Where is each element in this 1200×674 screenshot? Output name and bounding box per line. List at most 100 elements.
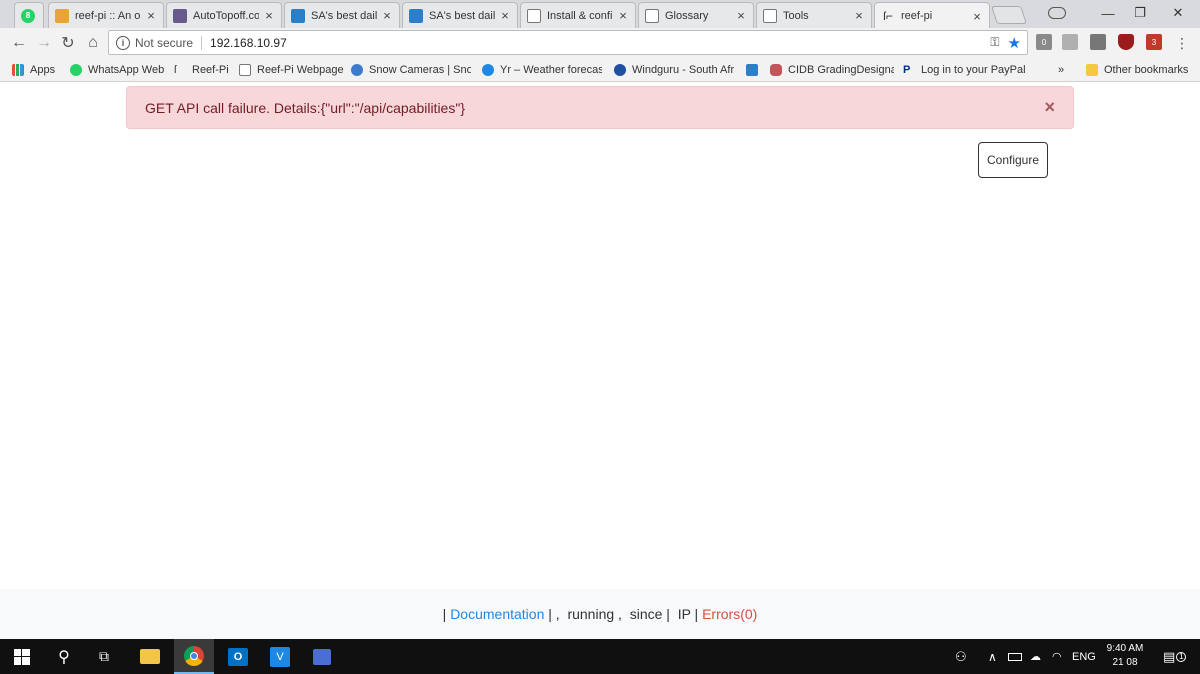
bookmark-yr-weather[interactable]: Yr – Weather forecast: [482, 62, 602, 78]
documentation-link[interactable]: Documentation: [450, 606, 544, 622]
tab-strip: 8 reef-pi :: An op × AutoTopoff.co × SA'…: [0, 0, 1200, 29]
ublock-icon[interactable]: [1118, 34, 1134, 50]
paypal-icon: P: [903, 64, 911, 76]
url-text[interactable]: 192.168.10.97: [210, 36, 990, 50]
close-tab-icon[interactable]: ×: [145, 8, 157, 23]
close-tab-icon[interactable]: ×: [499, 8, 511, 23]
page-icon: [645, 8, 659, 23]
reload-button[interactable]: ↻: [58, 33, 78, 53]
key-icon[interactable]: ⚿: [990, 35, 999, 50]
errors-link[interactable]: Errors(0): [702, 606, 757, 622]
bookmark-reefpi[interactable]: ſ Reef-Pi: [174, 62, 229, 78]
reefpi-icon: ſ: [174, 64, 177, 76]
tab-title: Glossary: [665, 9, 709, 22]
notification-count: 1: [1176, 651, 1187, 662]
configure-button[interactable]: Configure: [978, 142, 1048, 178]
vscode-icon[interactable]: V: [260, 639, 300, 674]
page-icon: [763, 8, 777, 23]
tab-sa-daily-1[interactable]: SA's best daily ×: [284, 2, 400, 28]
back-button[interactable]: ←: [9, 33, 29, 53]
other-bookmarks[interactable]: Other bookmarks: [1086, 62, 1188, 78]
close-tab-icon[interactable]: ×: [971, 9, 983, 24]
home-button[interactable]: ⌂: [83, 33, 103, 53]
page-icon: [239, 64, 251, 76]
windguru-icon: [614, 64, 626, 76]
info-icon[interactable]: i: [116, 35, 130, 50]
close-window-button[interactable]: ✕: [1163, 0, 1193, 26]
close-tab-icon[interactable]: ×: [735, 8, 747, 23]
bookmark-whatsapp[interactable]: WhatsApp Web: [70, 62, 164, 78]
cloud-extension-icon[interactable]: [1062, 34, 1078, 50]
network-app-icon[interactable]: [302, 639, 342, 674]
tab-whatsapp[interactable]: 8: [14, 2, 44, 28]
tab-reefpi-docs[interactable]: reef-pi :: An op ×: [48, 2, 164, 28]
close-tab-icon[interactable]: ×: [853, 8, 865, 23]
close-tab-icon[interactable]: ×: [263, 8, 275, 23]
battery-icon[interactable]: [1008, 639, 1022, 674]
start-button[interactable]: [2, 639, 42, 674]
tab-install[interactable]: Install & confi ×: [520, 2, 636, 28]
bookmark-label: Windguru - South Afr: [632, 64, 735, 76]
new-tab-button[interactable]: [991, 6, 1027, 24]
tab-autotopoff[interactable]: AutoTopoff.co ×: [166, 2, 282, 28]
bookmark-label: Reef-Pi: [192, 64, 229, 76]
bookmark-label: Log in to your PayPal: [921, 64, 1025, 76]
tab-glossary[interactable]: Glossary ×: [638, 2, 754, 28]
cidb-icon: [770, 64, 782, 76]
tab-title: Tools: [783, 9, 809, 22]
bookmark-reefpi-webpage[interactable]: Reef-Pi Webpage: [239, 62, 344, 78]
minimize-button[interactable]: —: [1093, 0, 1123, 26]
bookmark-daily[interactable]: [746, 62, 764, 78]
task-view-icon[interactable]: ⧉: [84, 639, 124, 674]
forward-button[interactable]: →: [34, 33, 54, 53]
menu-icon[interactable]: ⋮: [1172, 33, 1192, 53]
profile-icon[interactable]: [1048, 7, 1066, 19]
bookmarks-overflow-button[interactable]: »: [1058, 62, 1064, 78]
error-alert: GET API call failure. Details:{"url":"/a…: [126, 86, 1074, 129]
bookmark-star-icon[interactable]: ★: [1008, 34, 1021, 52]
close-tab-icon[interactable]: ×: [617, 8, 629, 23]
bookmark-windguru[interactable]: Windguru - South Afr: [614, 62, 736, 78]
extension-icon[interactable]: [1090, 34, 1106, 50]
site-icon: [173, 8, 187, 23]
show-hidden-icons[interactable]: ∧: [988, 639, 997, 674]
extension-icon[interactable]: 0: [1036, 34, 1052, 50]
apps-grid-icon: [12, 64, 24, 76]
chrome-icon[interactable]: [174, 639, 214, 674]
close-tab-icon[interactable]: ×: [381, 8, 393, 23]
lock-extension-icon[interactable]: 3: [1146, 34, 1162, 50]
bookmark-cidb[interactable]: CIDB GradingDesigna: [770, 62, 894, 78]
tab-tools[interactable]: Tools ×: [756, 2, 872, 28]
search-icon[interactable]: ⚲: [44, 639, 84, 674]
address-bar[interactable]: i Not secure 192.168.10.97 ⚿ ★: [108, 30, 1028, 55]
alert-close-button[interactable]: ×: [1044, 97, 1055, 118]
clock[interactable]: 9:40 AM 21 08: [1100, 642, 1150, 670]
yr-icon: [482, 64, 494, 76]
notifications-icon[interactable]: ▤ 1: [1163, 639, 1187, 674]
tab-sa-daily-2[interactable]: SA's best daily ×: [402, 2, 518, 28]
footer-separator: |: [442, 606, 451, 622]
page-icon: [527, 8, 541, 23]
daily-icon: [409, 8, 423, 23]
bookmark-paypal[interactable]: P Log in to your PayPal: [903, 62, 1025, 78]
bookmark-label: Reef-Pi Webpage: [257, 64, 344, 76]
bookmark-label: CIDB GradingDesigna: [788, 64, 894, 76]
wifi-icon[interactable]: ◠: [1052, 639, 1062, 674]
language-indicator[interactable]: ENG: [1072, 639, 1096, 674]
restore-button[interactable]: ❐: [1125, 0, 1155, 26]
outlook-icon[interactable]: O: [218, 639, 258, 674]
daily-icon: [291, 8, 305, 23]
network-error-icon[interactable]: ☁: [1030, 639, 1041, 674]
bookmark-apps[interactable]: Apps: [12, 62, 55, 78]
security-label: Not secure: [135, 35, 194, 50]
people-icon[interactable]: ⚇: [955, 639, 967, 674]
tab-title: AutoTopoff.co: [193, 9, 259, 22]
tab-reefpi[interactable]: ſ⌐ reef-pi ×: [874, 2, 990, 29]
reefpi-icon: ſ⌐: [883, 9, 893, 23]
bookmark-snow-cameras[interactable]: Snow Cameras | Snov: [351, 62, 471, 78]
tab-title: Install & confi: [547, 9, 613, 22]
file-explorer-icon[interactable]: [130, 639, 170, 674]
windows-taskbar: ⚲ ⧉ O V ⚇ ∧ ☁ ◠ ENG 9:40 AM 21 08 ▤ 1: [0, 639, 1200, 674]
tab-title: reef-pi :: An op: [75, 9, 141, 22]
tab-title: reef-pi: [901, 10, 933, 22]
